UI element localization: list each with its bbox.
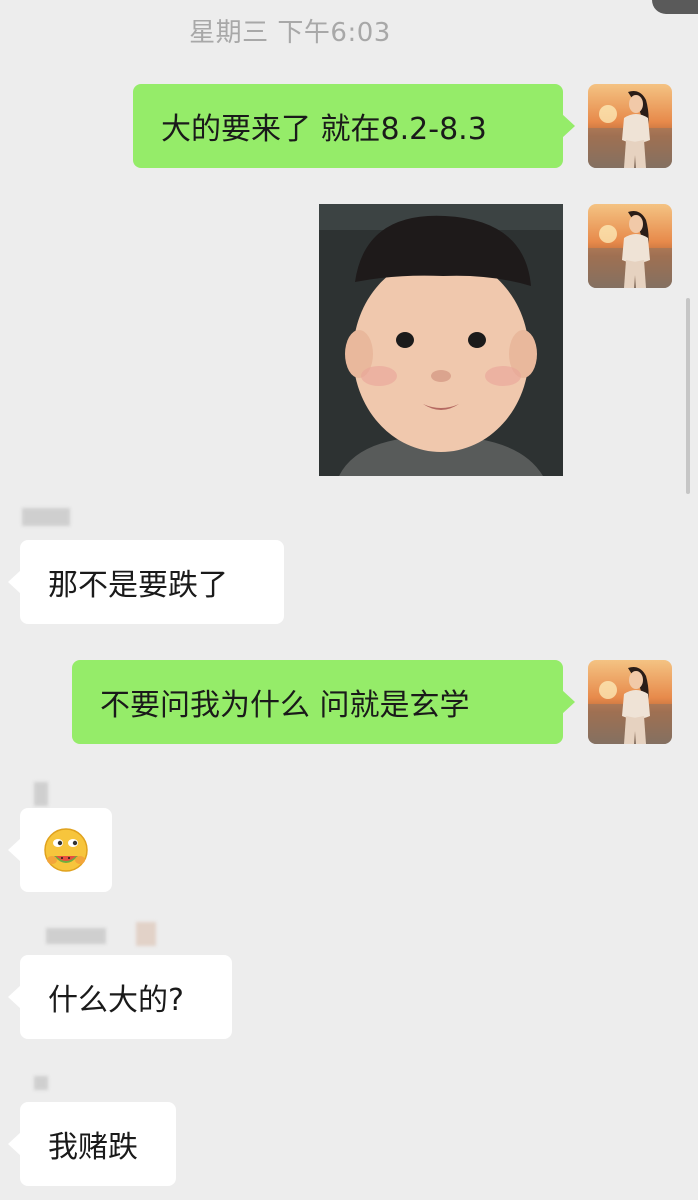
message-text: 我赌跌 [48,1130,138,1165]
status-corner [652,0,698,14]
their-message-bubble[interactable]: 什么大的? [8,955,232,1039]
scrollbar[interactable] [686,298,690,494]
chat-timestamp: 星期三 下午6:03 [189,18,391,48]
sender-name-blurred [34,1076,48,1090]
my-avatar[interactable] [588,660,672,744]
sender-name-blurred [136,922,156,946]
avatar-photo-icon [588,667,672,744]
avatar-photo-icon [588,211,672,288]
message-text: 不要问我为什么 问就是玄学 [100,688,470,723]
their-message-bubble[interactable]: 我赌跌 [8,1102,176,1186]
sender-name-blurred [22,508,70,526]
avatar-photo-icon [588,91,672,168]
sticker-image[interactable] [319,204,563,476]
their-emoji-bubble[interactable] [8,808,112,892]
message-text: 什么大的? [48,983,184,1018]
message-text: 大的要来了 就在8.2-8.3 [161,112,487,147]
their-message-bubble[interactable]: 那不是要跌了 [8,540,284,624]
melon-eating-emoji-icon [44,828,88,872]
my-message-bubble[interactable]: 不要问我为什么 问就是玄学 [72,660,575,744]
child-face-sticker-icon [319,204,563,476]
my-message-bubble[interactable]: 大的要来了 就在8.2-8.3 [133,84,575,168]
message-text: 那不是要跌了 [48,568,228,603]
sender-name-blurred [34,782,48,806]
my-avatar[interactable] [588,84,672,168]
sender-name-blurred [46,928,106,944]
my-avatar[interactable] [588,204,672,288]
